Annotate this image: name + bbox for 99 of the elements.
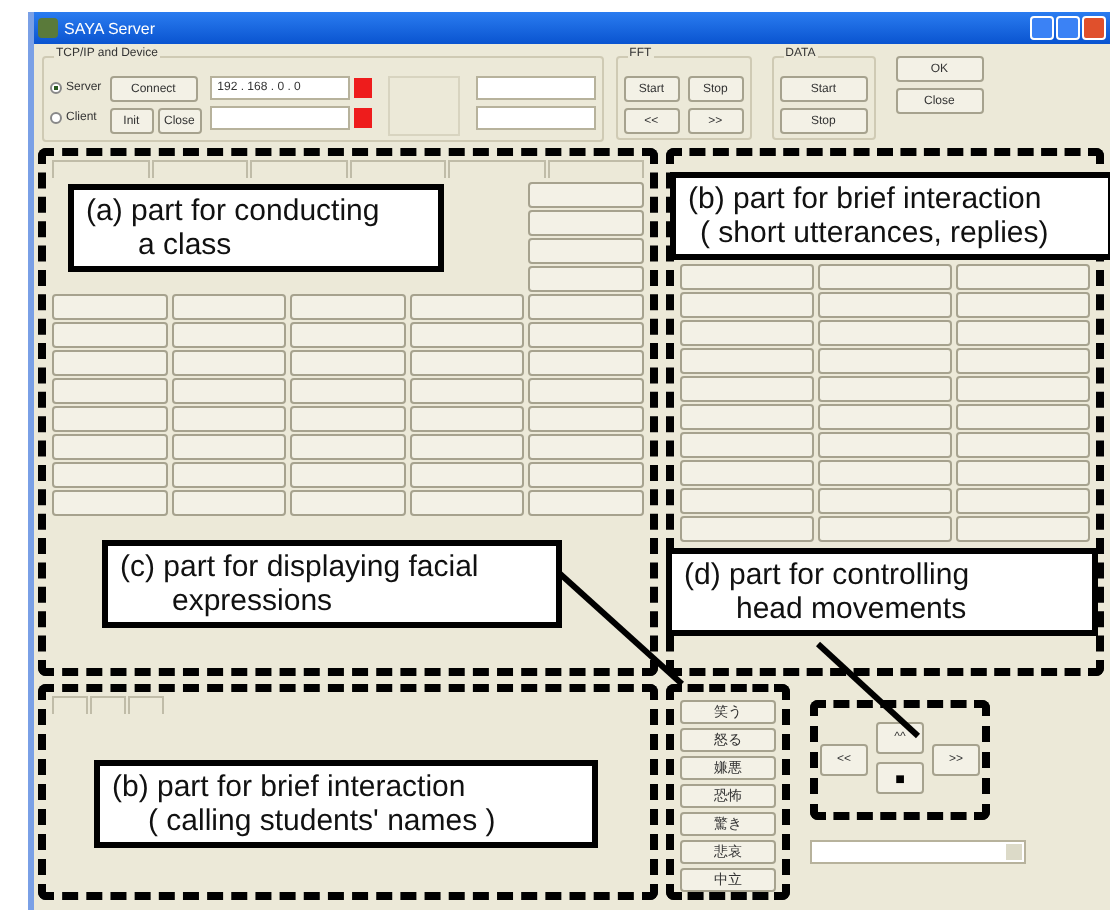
button[interactable]	[956, 348, 1090, 374]
button[interactable]	[171, 490, 287, 516]
callout-text: (d) part for controlling head movements	[666, 548, 1098, 636]
button[interactable]	[171, 294, 287, 320]
button[interactable]	[171, 406, 287, 432]
input-field[interactable]	[209, 106, 350, 130]
button[interactable]	[528, 238, 644, 264]
input-field[interactable]	[475, 106, 596, 130]
button[interactable]	[818, 376, 952, 402]
button[interactable]	[290, 490, 406, 516]
button[interactable]	[818, 292, 952, 318]
button[interactable]	[956, 432, 1090, 458]
dropdown[interactable]	[810, 840, 1026, 864]
button[interactable]	[680, 460, 814, 486]
button[interactable]	[528, 462, 644, 488]
button[interactable]	[290, 406, 406, 432]
tab[interactable]	[90, 696, 126, 714]
button[interactable]	[818, 348, 952, 374]
button[interactable]	[528, 182, 644, 208]
button[interactable]	[290, 434, 406, 460]
window-title: SAYA Server	[64, 19, 157, 37]
button[interactable]	[171, 378, 287, 404]
button[interactable]	[680, 488, 814, 514]
button[interactable]	[52, 406, 168, 432]
button[interactable]	[171, 462, 287, 488]
button[interactable]	[528, 434, 644, 460]
button[interactable]	[680, 264, 814, 290]
button[interactable]	[956, 292, 1090, 318]
button[interactable]	[409, 406, 525, 432]
button[interactable]	[52, 378, 168, 404]
button[interactable]	[528, 378, 644, 404]
tab[interactable]	[448, 160, 545, 178]
button[interactable]	[680, 320, 814, 346]
button[interactable]	[290, 462, 406, 488]
button[interactable]	[818, 432, 952, 458]
button[interactable]	[956, 264, 1090, 290]
button[interactable]	[528, 266, 644, 292]
button[interactable]	[528, 210, 644, 236]
button[interactable]: ■	[876, 762, 924, 794]
button[interactable]	[290, 378, 406, 404]
button[interactable]	[680, 404, 814, 430]
button[interactable]	[818, 320, 952, 346]
button[interactable]	[171, 350, 287, 376]
button[interactable]	[680, 376, 814, 402]
minimize-icon[interactable]	[1030, 16, 1054, 40]
callout-text: (b) part for brief interaction ( calling students' names )	[94, 760, 598, 848]
button[interactable]	[680, 348, 814, 374]
button[interactable]	[818, 460, 952, 486]
button[interactable]	[52, 322, 168, 348]
callout-text: (c) part for displaying facial expressions	[102, 540, 562, 628]
button[interactable]	[528, 294, 644, 320]
button[interactable]	[528, 490, 644, 516]
status-box	[387, 76, 460, 136]
button[interactable]	[956, 376, 1090, 402]
button[interactable]	[409, 378, 525, 404]
button[interactable]	[956, 404, 1090, 430]
button[interactable]	[290, 322, 406, 348]
callout-text: (b) part for brief interaction ( short utterances, replies)	[670, 172, 1110, 260]
tab[interactable]	[151, 160, 248, 178]
button[interactable]	[818, 516, 952, 542]
button[interactable]	[409, 350, 525, 376]
button[interactable]	[528, 322, 644, 348]
button[interactable]	[956, 516, 1090, 542]
button[interactable]	[171, 434, 287, 460]
button[interactable]	[52, 434, 168, 460]
button[interactable]	[171, 322, 287, 348]
button[interactable]	[528, 350, 644, 376]
button[interactable]	[409, 490, 525, 516]
button[interactable]	[409, 294, 525, 320]
button[interactable]	[680, 516, 814, 542]
tab[interactable]	[250, 160, 347, 178]
button[interactable]	[680, 292, 814, 318]
tab[interactable]	[52, 160, 149, 178]
tab[interactable]	[349, 160, 446, 178]
button[interactable]	[956, 460, 1090, 486]
button[interactable]	[290, 294, 406, 320]
close-icon[interactable]	[1082, 16, 1106, 40]
button[interactable]	[818, 264, 952, 290]
button[interactable]	[52, 294, 168, 320]
button[interactable]	[680, 432, 814, 458]
button[interactable]	[818, 488, 952, 514]
button[interactable]	[52, 490, 168, 516]
button[interactable]	[52, 350, 168, 376]
app-icon	[38, 18, 58, 38]
button[interactable]	[409, 434, 525, 460]
tab[interactable]	[128, 696, 164, 714]
button[interactable]	[290, 350, 406, 376]
tab[interactable]	[547, 160, 644, 178]
button[interactable]	[409, 322, 525, 348]
button[interactable]	[956, 320, 1090, 346]
button[interactable]	[52, 462, 168, 488]
maximize-icon[interactable]	[1056, 16, 1080, 40]
button[interactable]	[818, 404, 952, 430]
callout-text: (a) part for conducting a class	[68, 184, 444, 272]
tab[interactable]	[52, 696, 88, 714]
button[interactable]	[956, 488, 1090, 514]
button[interactable]	[409, 462, 525, 488]
input-field[interactable]	[475, 76, 596, 100]
button[interactable]	[528, 406, 644, 432]
